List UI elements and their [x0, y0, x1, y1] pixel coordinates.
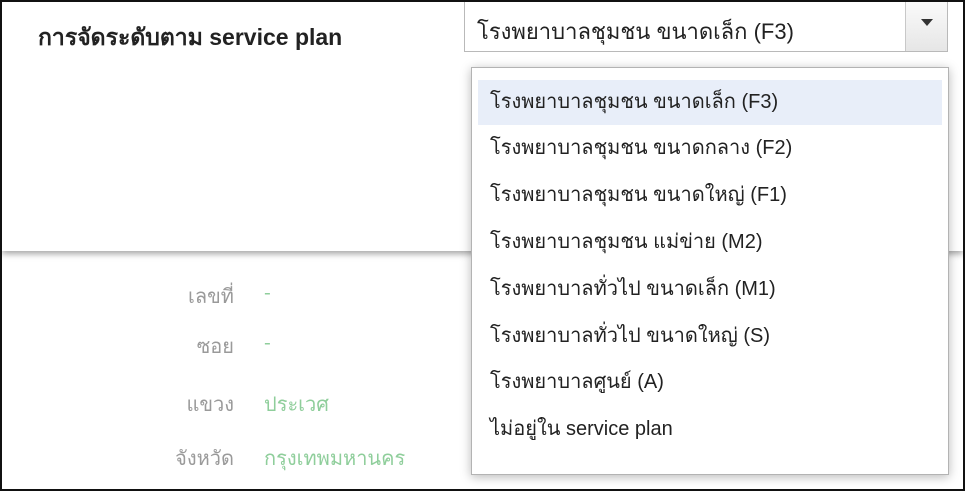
field-label-house-number: เลขที่: [188, 284, 234, 308]
select-arrow-button[interactable]: [905, 2, 947, 51]
caret-down-icon: [921, 19, 933, 26]
dropdown-option-m2[interactable]: โรงพยาบาลชุมชน แม่ข่าย (M2): [478, 220, 942, 265]
dropdown-option-m1[interactable]: โรงพยาบาลทั่วไป ขนาดเล็ก (M1): [478, 267, 942, 312]
service-plan-selected-value: โรงพยาบาลชุมชน ขนาดเล็ก (F3): [477, 19, 794, 44]
dropdown-option-none[interactable]: ไม่อยู่ใน service plan: [478, 407, 942, 452]
service-plan-select[interactable]: โรงพยาบาลชุมชน ขนาดเล็ก (F3): [464, 2, 948, 52]
field-value-province: กรุงเทพมหานคร: [264, 446, 406, 470]
field-value-house-number: -: [264, 280, 271, 304]
service-plan-label: การจัดระดับตาม service plan: [38, 24, 343, 50]
dropdown-option-f3[interactable]: โรงพยาบาลชุมชน ขนาดเล็ก (F3): [478, 80, 942, 125]
field-value-subdistrict: ประเวศ: [264, 392, 329, 416]
dropdown-option-f1[interactable]: โรงพยาบาลชุมชน ขนาดใหญ่ (F1): [478, 173, 942, 218]
field-label-soi: ซอย: [196, 334, 234, 358]
field-label-subdistrict: แขวง: [186, 392, 234, 416]
dropdown-option-f2[interactable]: โรงพยาบาลชุมชน ขนาดกลาง (F2): [478, 126, 942, 171]
dropdown-option-s[interactable]: โรงพยาบาลทั่วไป ขนาดใหญ่ (S): [478, 314, 942, 359]
field-value-soi: -: [264, 330, 271, 354]
dropdown-option-a[interactable]: โรงพยาบาลศูนย์ (A): [478, 360, 942, 405]
service-plan-dropdown-list: โรงพยาบาลชุมชน ขนาดเล็ก (F3) โรงพยาบาลชุ…: [471, 67, 949, 475]
field-label-province: จังหวัด: [175, 446, 234, 470]
window-frame: การจัดระดับตาม service plan โรงพยาบาลชุม…: [0, 0, 965, 491]
